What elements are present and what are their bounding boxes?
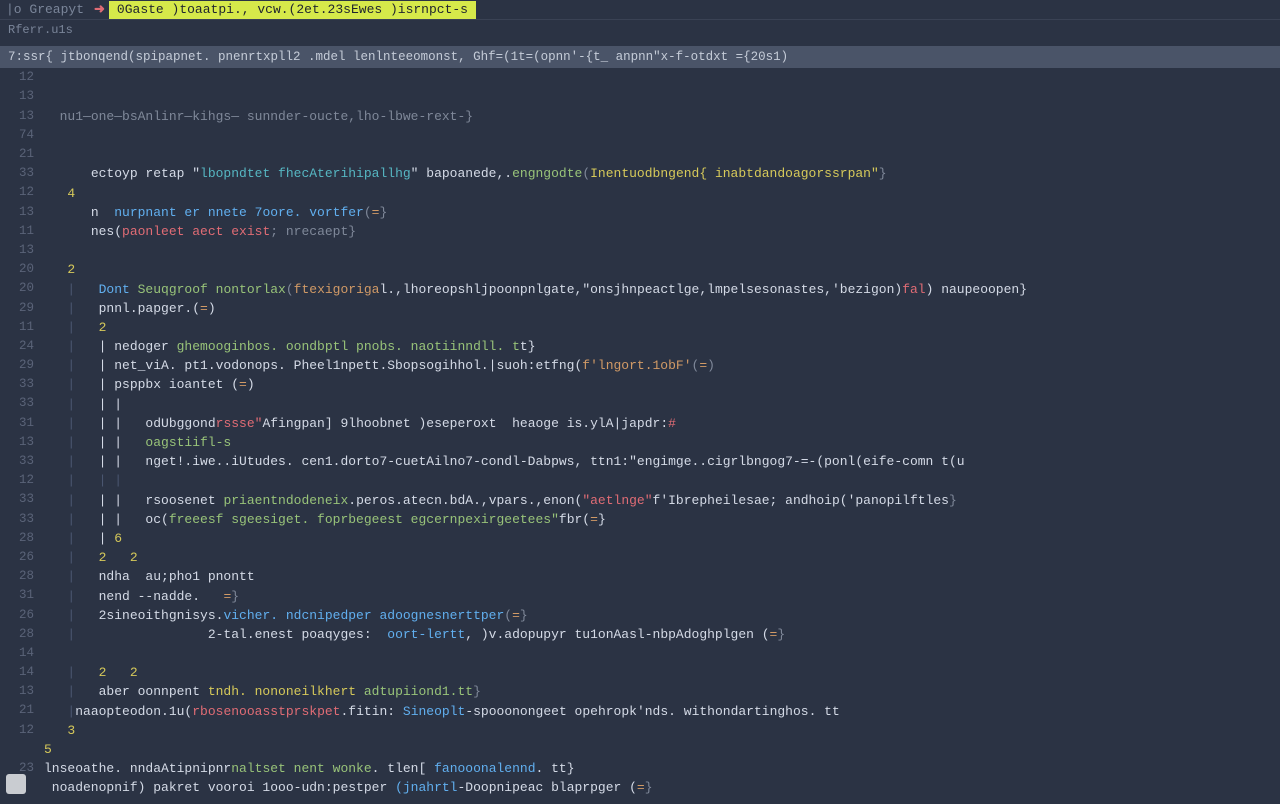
code-line: | nend --nadde. =} xyxy=(44,587,1280,606)
code-line: | | psppbx ioantet (=) xyxy=(44,375,1280,394)
line-number: 28 xyxy=(0,567,34,586)
code-line: | | | xyxy=(44,471,1280,490)
code-line: ectoyp retap "lbopndtet fhecAterihipallh… xyxy=(44,164,1280,183)
code-line: | | | nget!.iwe..iUtudes. cen1.dorto7-cu… xyxy=(44,452,1280,471)
code-line: | 2sineoithgnisys.vicher. ndcnipedper ad… xyxy=(44,606,1280,625)
code-line: 5 xyxy=(44,740,1280,759)
header-code-line: nu1—one—bsAnlinr—kihgs— sunnder-oucte,lh… xyxy=(44,107,1280,126)
bottom-left-icon[interactable] xyxy=(6,774,26,794)
line-number: 33 xyxy=(0,375,34,394)
line-number: 33 xyxy=(0,452,34,471)
line-number: 28 xyxy=(0,625,34,644)
code-line: 4 xyxy=(44,184,1280,203)
line-number: 31 xyxy=(0,414,34,433)
line-number: 13 xyxy=(0,433,34,452)
line-number: 21 xyxy=(0,145,34,164)
code-line: | 2-tal.enest poaqyges: oort-lertt, )v.a… xyxy=(44,625,1280,644)
code-line: | | | rsoosenet priaentndodeneix.peros.a… xyxy=(44,491,1280,510)
line-number: 74 xyxy=(0,126,34,145)
code-area[interactable]: nu1—one—bsAnlinr—kihgs— sunnder-oucte,lh… xyxy=(44,68,1280,804)
line-number: 12 xyxy=(0,68,34,87)
code-line xyxy=(44,644,1280,663)
code-line: nes(paonleet aect exist; nrecaept} xyxy=(44,222,1280,241)
code-line: 3 xyxy=(44,721,1280,740)
editor-viewport[interactable]: 1213137421331213111320202911242933333113… xyxy=(0,68,1280,804)
code-line: | | net_viA. pt1.vodonops. Pheel1npett.S… xyxy=(44,356,1280,375)
code-line: n nurpnant er nnete 7oore. vortfer(=} xyxy=(44,203,1280,222)
code-line: | | | oc(freeesf sgeesiget. foprbegeest … xyxy=(44,510,1280,529)
prompt-left: |o Greapyt xyxy=(0,0,90,19)
line-number: 12 xyxy=(0,183,34,202)
code-line: | 2 xyxy=(44,318,1280,337)
code-line: | | | odUbggondrssse"Afingpan] 9lhoobnet… xyxy=(44,414,1280,433)
code-line: 2 xyxy=(44,260,1280,279)
line-number-gutter: 1213137421331213111320202911242933333113… xyxy=(0,68,44,804)
code-line xyxy=(44,241,1280,260)
line-number: 13 xyxy=(0,203,34,222)
line-number: 11 xyxy=(0,318,34,337)
code-line: | | nedoger ghemooginbos. oondbptl pnobs… xyxy=(44,337,1280,356)
subtitle: Rferr.u1s xyxy=(0,20,1280,42)
code-line: | | | xyxy=(44,395,1280,414)
code-line: |naaopteodon.1u(rbosenooasstprskpet.fiti… xyxy=(44,702,1280,721)
code-line: | Dont Seuqgroof nontorlax(ftexigorigal.… xyxy=(44,280,1280,299)
line-number: 33 xyxy=(0,510,34,529)
code-line: | | | oagstiifl-s xyxy=(44,433,1280,452)
line-number: 13 xyxy=(0,87,34,106)
tab-line[interactable]: 7:ssr{ jtbonqend(spipapnet. pnenrtxpll2 … xyxy=(0,46,1280,69)
line-number: 12 xyxy=(0,721,34,740)
line-number: 29 xyxy=(0,356,34,375)
line-number: 29 xyxy=(0,299,34,318)
line-number: 20 xyxy=(0,260,34,279)
code-line: | | 6 xyxy=(44,529,1280,548)
line-number: 20 xyxy=(0,279,34,298)
line-number: 11 xyxy=(0,222,34,241)
line-number: 12 xyxy=(0,471,34,490)
code-line: | ndha au;pho1 pnontt xyxy=(44,567,1280,586)
line-number: 13 xyxy=(0,107,34,126)
code-line: | 2 2 xyxy=(44,663,1280,682)
line-number xyxy=(0,740,34,759)
line-number: 24 xyxy=(0,337,34,356)
code-line xyxy=(44,798,1280,804)
line-number: 26 xyxy=(0,606,34,625)
line-number: 31 xyxy=(0,586,34,605)
code-line: lnseoathe. nndaAtipnipnrnaltset nent won… xyxy=(44,759,1280,778)
line-number: 33 xyxy=(0,490,34,509)
line-number: 13 xyxy=(0,682,34,701)
title-bar: |o Greapyt ➜ 0Gaste )toaatpi., vcw.(2et.… xyxy=(0,0,1280,20)
code-line: | aber oonnpent tndh. nononeilkhert adtu… xyxy=(44,682,1280,701)
code-line: | 2 2 xyxy=(44,548,1280,567)
code-line: | pnnl.papger.(=) xyxy=(44,299,1280,318)
line-number: 26 xyxy=(0,548,34,567)
line-number: 13 xyxy=(0,241,34,260)
line-number: 14 xyxy=(0,663,34,682)
line-number: 33 xyxy=(0,394,34,413)
line-number: 14 xyxy=(0,644,34,663)
code-line: noadenopnif) pakret vooroi 1ooo-udn:pest… xyxy=(44,778,1280,797)
line-number: 21 xyxy=(0,701,34,720)
command-strip: 0Gaste )toaatpi., vcw.(2et.23sEwes )isrn… xyxy=(109,1,476,19)
arrow-icon: ➜ xyxy=(90,0,109,19)
line-number: 33 xyxy=(0,164,34,183)
line-number: 28 xyxy=(0,529,34,548)
